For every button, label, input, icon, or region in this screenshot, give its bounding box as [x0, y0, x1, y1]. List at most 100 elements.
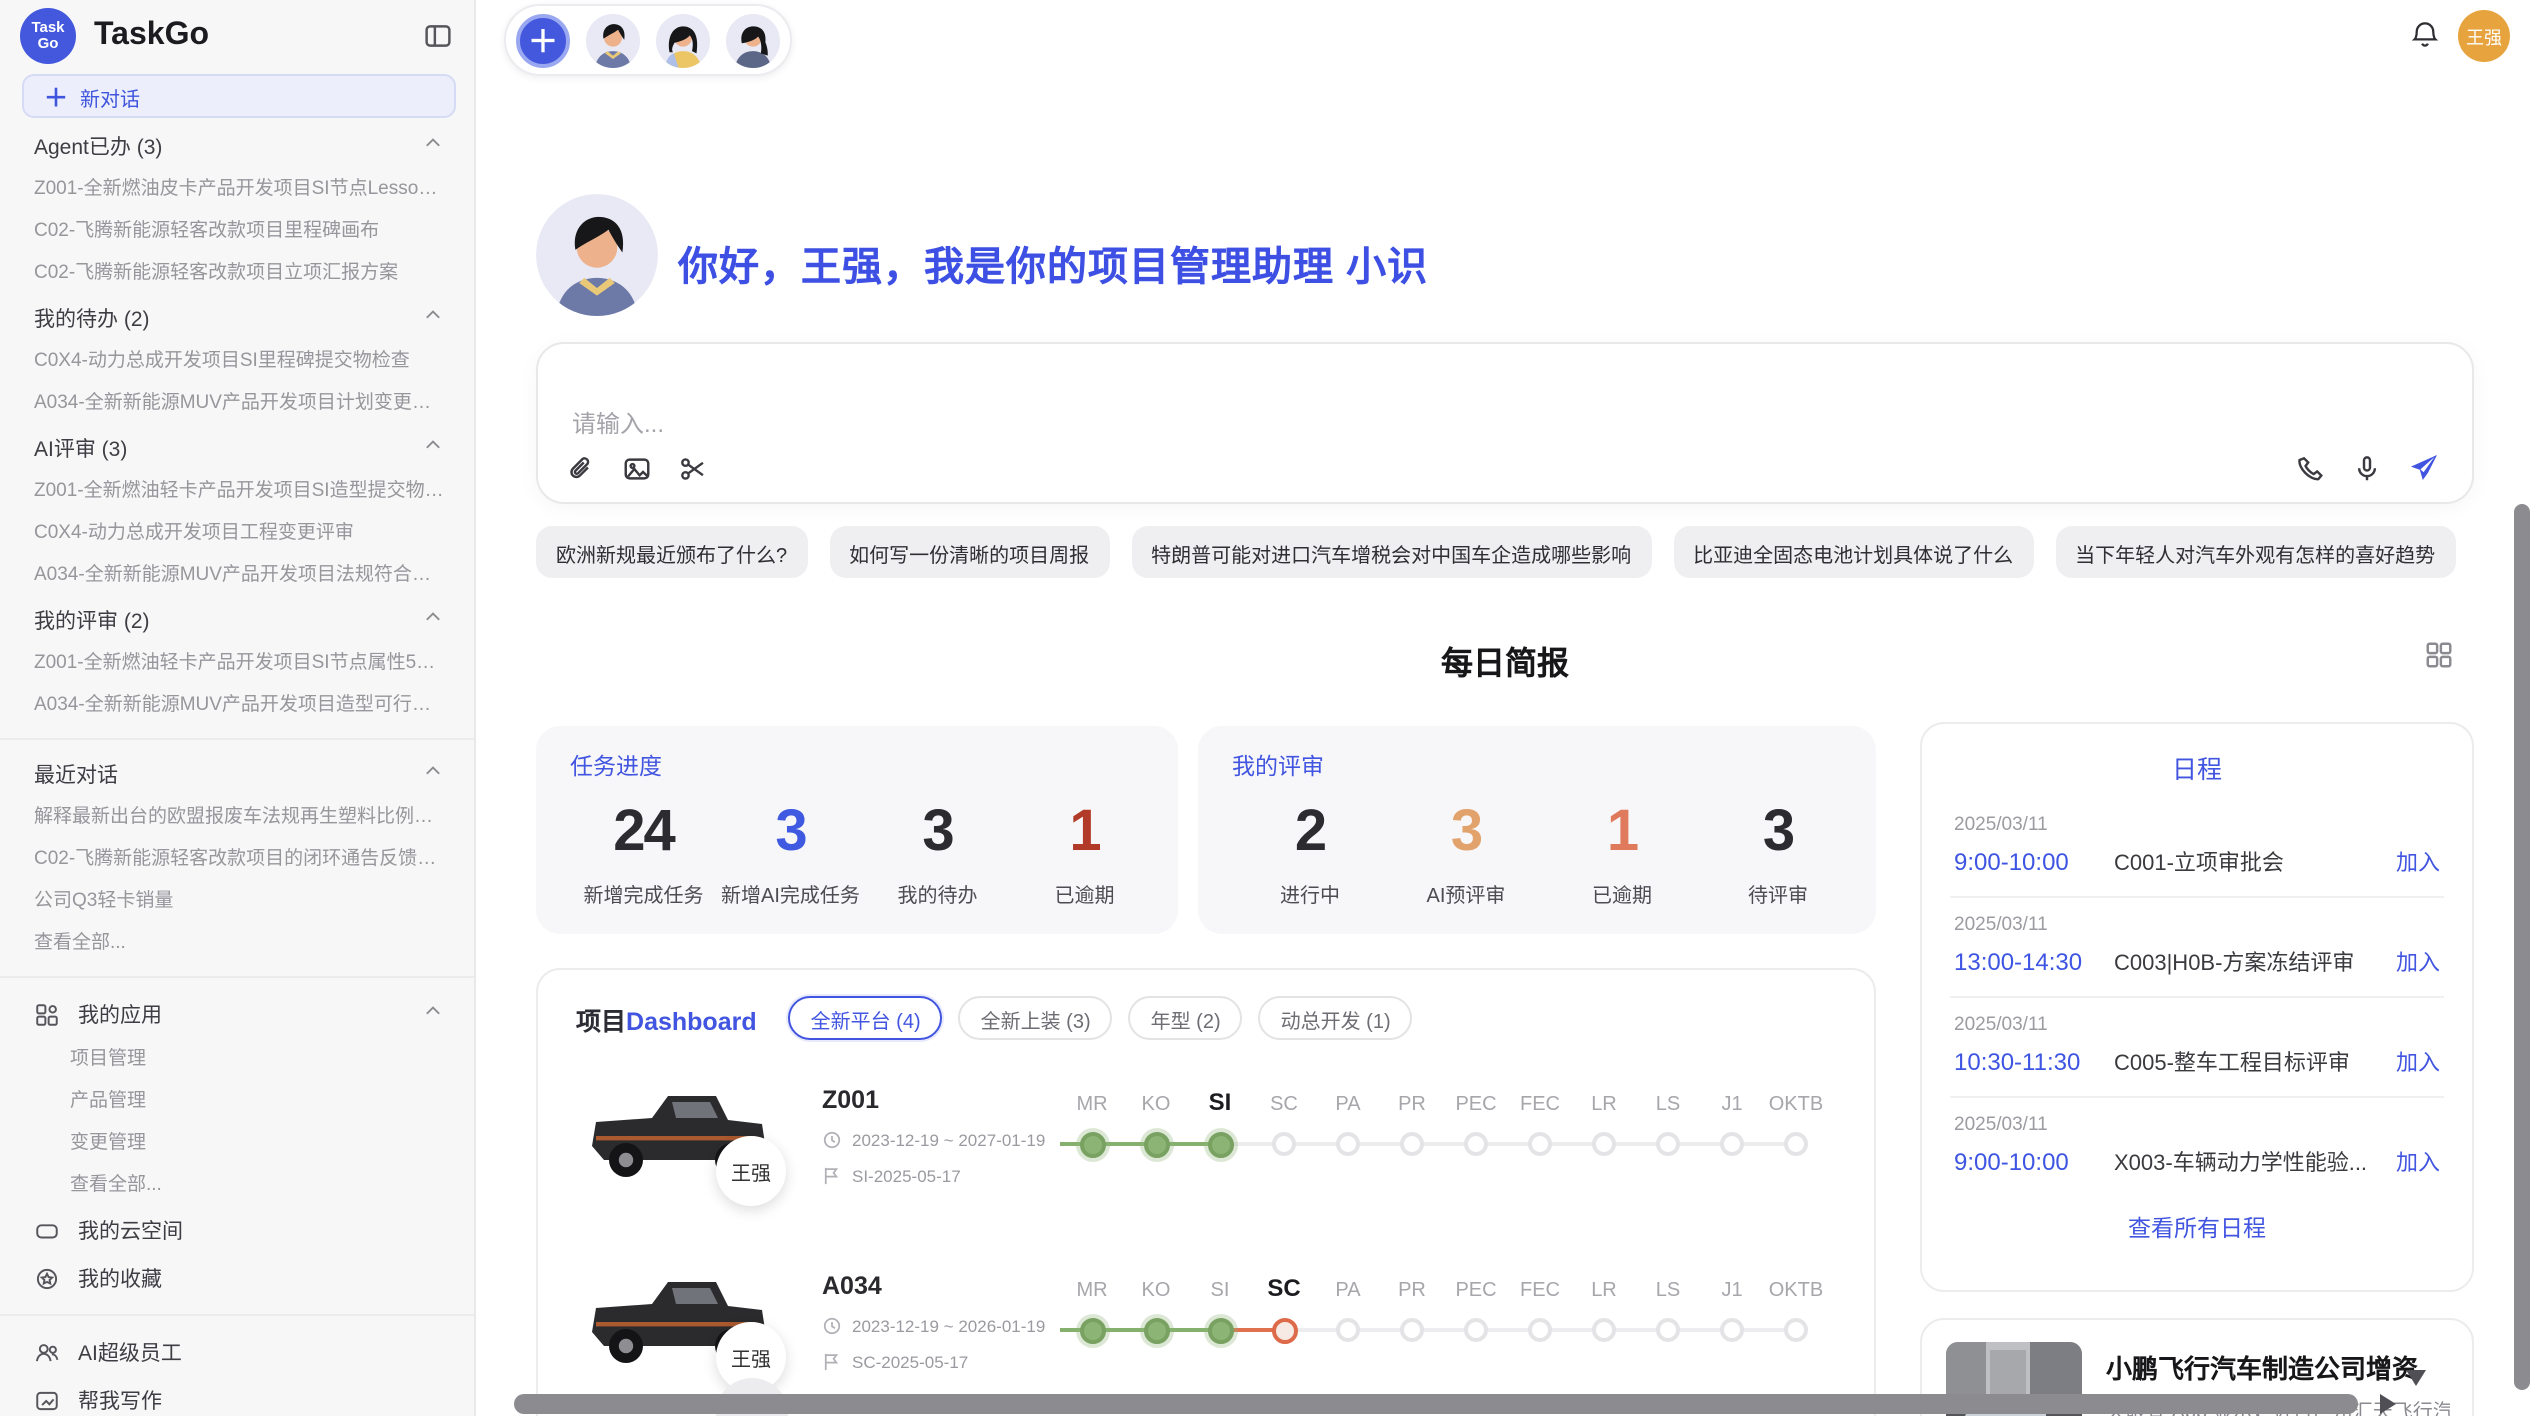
task-item[interactable]: A034-全新新能源MUV产品开发项目造型可行性评审	[0, 684, 474, 726]
scroll-right-arrow[interactable]	[2380, 1394, 2396, 1414]
user-avatar[interactable]: 王强	[2458, 10, 2510, 62]
attach-icon[interactable]	[566, 454, 596, 484]
milestone-dot-MR[interactable]	[1079, 1131, 1105, 1157]
milestone-dot-PEC[interactable]	[1464, 1132, 1488, 1156]
conversation-item[interactable]: 解释最新出台的欧盟报废车法规再生塑料比例被调至15%...	[0, 796, 474, 838]
app-item[interactable]: 项目管理	[0, 1038, 474, 1080]
schedule-event[interactable]: 2025/03/1110:30-11:30C005-整车工程目标评审加入	[1922, 998, 2472, 1096]
task-item[interactable]: C02-飞腾新能源轻客改款项目立项汇报方案	[0, 252, 474, 294]
conversation-item[interactable]: C02-飞腾新能源轻客改款项目的闭环通告反馈情况	[0, 838, 474, 880]
chat-input-box[interactable]: 请输入...	[536, 342, 2474, 504]
milestone-dot-PA[interactable]	[1336, 1318, 1360, 1342]
conversation-item[interactable]: 查看全部...	[0, 922, 474, 964]
schedule-event[interactable]: 2025/03/1113:00-14:30C003|H0B-方案冻结评审加入	[1922, 898, 2472, 996]
dashboard-tab[interactable]: 动总开发 (1)	[1259, 996, 1413, 1040]
image-icon[interactable]	[622, 454, 652, 484]
chevron-up-icon[interactable]	[422, 132, 444, 160]
task-item[interactable]: Z001-全新燃油轻卡产品开发项目SI节点属性5D文件评审	[0, 642, 474, 684]
suggestion-chip[interactable]: 如何写一份清晰的项目周报	[829, 526, 1109, 578]
member-avatar-2[interactable]	[656, 13, 710, 67]
milestone-dot-SI[interactable]	[1207, 1131, 1233, 1157]
section-header-3[interactable]: 我的评审 (2)	[0, 598, 474, 642]
section-header-recent[interactable]: 最近对话	[0, 752, 474, 796]
section-header-1[interactable]: 我的待办 (2)	[0, 296, 474, 340]
phone-icon[interactable]	[2296, 453, 2326, 483]
milestone-dot-OKTB[interactable]	[1784, 1132, 1808, 1156]
schedule-event[interactable]: 2025/03/119:00-10:00X003-车辆动力学性能验...加入	[1922, 1098, 2472, 1196]
chevron-up-icon[interactable]	[422, 606, 444, 634]
join-link[interactable]: 加入	[2396, 946, 2440, 978]
dashboard-tab[interactable]: 全新上装 (3)	[959, 996, 1113, 1040]
chevron-up-icon[interactable]	[422, 434, 444, 462]
sidebar-item-my-apps[interactable]: 我的应用	[0, 990, 474, 1038]
milestone-dot-LS[interactable]	[1656, 1132, 1680, 1156]
send-icon[interactable]	[2408, 452, 2440, 484]
task-item[interactable]: C0X4-动力总成开发项目SI里程碑提交物检查	[0, 340, 474, 382]
milestone-dot-LS[interactable]	[1656, 1318, 1680, 1342]
milestone-dot-MR[interactable]	[1079, 1317, 1105, 1343]
layout-grid-icon[interactable]	[2424, 640, 2454, 680]
task-item[interactable]: C0X4-动力总成开发项目工程变更评审	[0, 512, 474, 554]
task-item[interactable]: A034-全新新能源MUV产品开发项目计划变更表编写	[0, 382, 474, 424]
scroll-down-arrow[interactable]	[2406, 1370, 2426, 1386]
cloud-icon	[34, 1217, 60, 1243]
milestone-dot-SC[interactable]	[1271, 1317, 1297, 1343]
scissors-icon[interactable]	[678, 454, 708, 484]
join-link[interactable]: 加入	[2396, 1046, 2440, 1078]
bell-icon[interactable]	[2410, 20, 2440, 60]
schedule-event[interactable]: 2025/03/119:00-10:00C001-立项审批会加入	[1922, 798, 2472, 896]
conversation-item[interactable]: 公司Q3轻卡销量	[0, 880, 474, 922]
milestone-dot-J1[interactable]	[1720, 1132, 1744, 1156]
milestone-dot-LR[interactable]	[1592, 1318, 1616, 1342]
join-link[interactable]: 加入	[2396, 846, 2440, 878]
milestone-dot-KO[interactable]	[1143, 1317, 1169, 1343]
chevron-up-icon[interactable]	[422, 304, 444, 332]
section-header-0[interactable]: Agent已办 (3)	[0, 124, 474, 168]
stat-value: 2	[1232, 798, 1388, 866]
task-item[interactable]: Z001-全新燃油轻卡产品开发项目SI造型提交物评审	[0, 470, 474, 512]
suggestion-chip[interactable]: 当下年轻人对汽车外观有怎样的喜好趋势	[2055, 526, 2455, 578]
sidebar-link-0[interactable]: 我的云空间	[0, 1206, 474, 1254]
task-item[interactable]: A034-全新新能源MUV产品开发项目法规符合性评审	[0, 554, 474, 596]
task-item[interactable]: C02-飞腾新能源轻客改款项目里程碑画布	[0, 210, 474, 252]
member-avatar-1[interactable]	[586, 13, 640, 67]
milestone-dot-SI[interactable]	[1207, 1317, 1233, 1343]
milestone-dot-SC[interactable]	[1272, 1132, 1296, 1156]
app-item[interactable]: 产品管理	[0, 1080, 474, 1122]
milestone-dot-PEC[interactable]	[1464, 1318, 1488, 1342]
section-header-2[interactable]: AI评审 (3)	[0, 426, 474, 470]
sidebar-tool-1[interactable]: 帮我写作	[0, 1376, 474, 1416]
sidebar-link-1[interactable]: 我的收藏	[0, 1254, 474, 1302]
dashboard-tab[interactable]: 年型 (2)	[1129, 996, 1243, 1040]
horizontal-scrollbar-thumb[interactable]	[514, 1394, 2358, 1414]
milestone-dot-FEC[interactable]	[1528, 1318, 1552, 1342]
milestone-dot-FEC[interactable]	[1528, 1132, 1552, 1156]
suggestion-chip[interactable]: 欧洲新规最近颁布了什么?	[536, 526, 807, 578]
chevron-up-icon[interactable]	[422, 760, 444, 788]
sidebar-link-label: 我的收藏	[78, 1263, 162, 1293]
member-avatar-3[interactable]	[726, 13, 780, 67]
milestone-dot-PR[interactable]	[1400, 1318, 1424, 1342]
new-chat-button[interactable]: ＋ 新对话	[22, 74, 456, 118]
join-link[interactable]: 加入	[2396, 1146, 2440, 1178]
milestone-dot-PR[interactable]	[1400, 1132, 1424, 1156]
task-item[interactable]: Z001-全新燃油皮卡产品开发项目SI节点Lesson Learn报告	[0, 168, 474, 210]
sidebar-tool-0[interactable]: AI超级员工	[0, 1328, 474, 1376]
app-item[interactable]: 变更管理	[0, 1122, 474, 1164]
mic-icon[interactable]	[2352, 453, 2382, 483]
milestone-dot-OKTB[interactable]	[1784, 1318, 1808, 1342]
view-all-schedule-link[interactable]: 查看所有日程	[1922, 1212, 2472, 1244]
suggestion-chip[interactable]: 特朗普可能对进口汽车增税会对中国车企造成哪些影响	[1131, 526, 1651, 578]
milestone-dot-KO[interactable]	[1143, 1131, 1169, 1157]
vertical-scrollbar-thumb[interactable]	[2514, 504, 2530, 1390]
suggestion-chip[interactable]: 比亚迪全固态电池计划具体说了什么	[1673, 526, 2033, 578]
add-session-button[interactable]: ＋	[516, 13, 570, 67]
app-item[interactable]: 查看全部...	[0, 1164, 474, 1206]
milestone-dot-LR[interactable]	[1592, 1132, 1616, 1156]
dashboard-tab[interactable]: 全新平台 (4)	[789, 996, 943, 1040]
milestone-dot-PA[interactable]	[1336, 1132, 1360, 1156]
milestone-dot-J1[interactable]	[1720, 1318, 1744, 1342]
chevron-up-icon[interactable]	[422, 1000, 444, 1028]
dashboard-tabs: 全新平台 (4) 全新上装 (3) 年型 (2) 动总开发 (1)	[789, 996, 1413, 1040]
sidebar-collapse-icon[interactable]	[424, 22, 452, 60]
